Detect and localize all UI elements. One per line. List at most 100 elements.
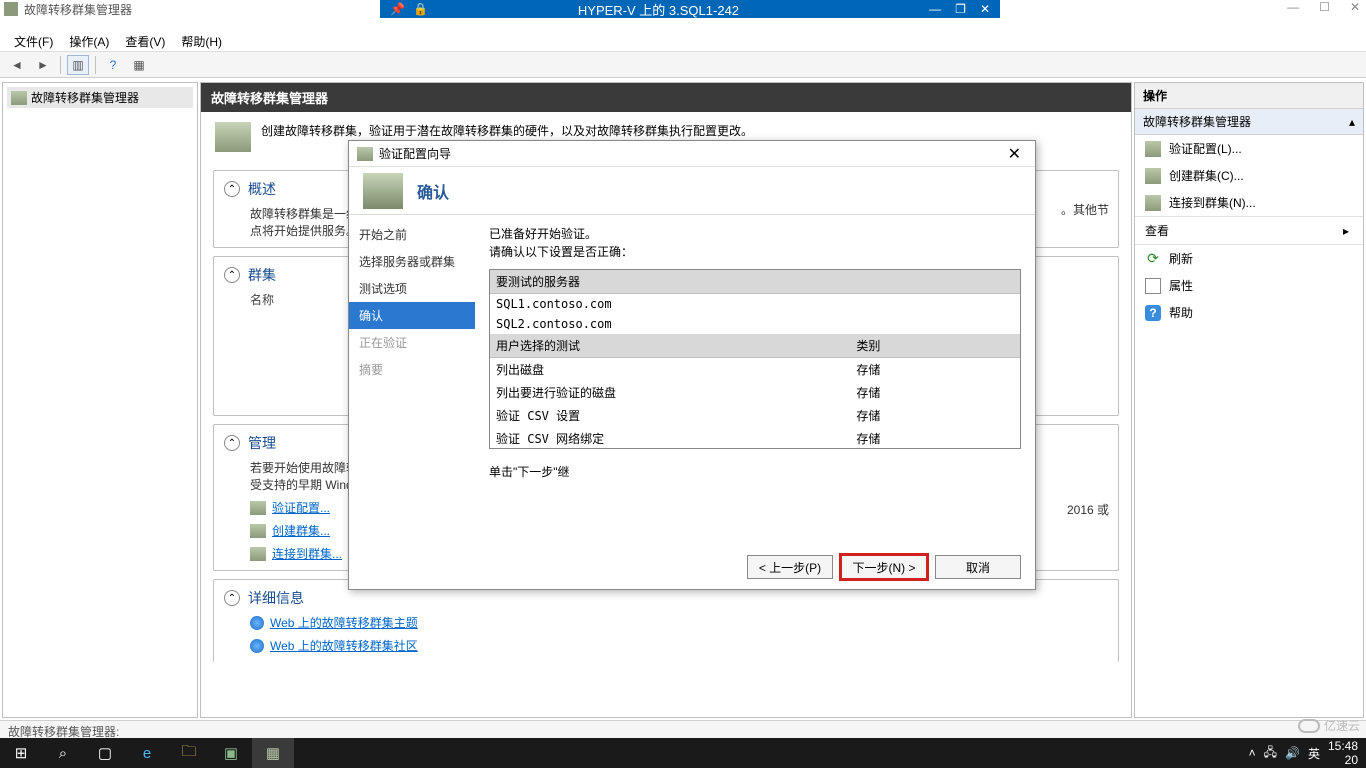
wizard-title: 验证配置向导 [379,145,451,162]
th-category: 类别 [850,334,1020,358]
actions-subheader: 故障转移群集管理器 ▴ [1135,109,1363,135]
collapse-icon[interactable]: ⌃ [224,435,240,451]
minimize-icon[interactable]: — [929,2,941,16]
tree-root-item[interactable]: 故障转移群集管理器 [7,87,193,108]
tray-up-icon[interactable]: ˄ [1249,746,1256,760]
help-icon: ? [1145,305,1161,321]
nav-confirm[interactable]: 确认 [349,302,475,329]
wizard-nav: 开始之前 选择服务器或群集 测试选项 确认 正在验证 摘要 [349,215,475,545]
cloud-icon [1298,719,1320,733]
properties-button[interactable]: ▦ [128,55,150,75]
test-row: 列出要进行验证的磁盘存储 [490,381,1020,404]
action-help[interactable]: ? 帮助 [1135,299,1363,326]
start-button[interactable]: ⊞ [0,738,42,768]
test-row: 验证 CSV 设置存储 [490,404,1020,427]
center-intro-text: 创建故障转移群集，验证用于潜在故障转移群集的硬件，以及对故障转移群集执行配置更改… [261,122,753,139]
cluster-big-icon [215,122,251,152]
menu-help[interactable]: 帮助(H) [175,31,228,52]
truncated-text: 2016 或 [1067,501,1109,518]
th-servers: 要测试的服务器 [490,270,1020,294]
nav-before[interactable]: 开始之前 [349,221,475,248]
server-row: SQL1.contoso.com [490,294,1020,315]
next-button[interactable]: 下一步(N) > [841,555,927,579]
menubar: 文件(F) 操作(A) 查看(V) 帮助(H) [0,32,1366,52]
chevron-right-icon: ▸ [1343,224,1349,238]
search-button[interactable]: ⌕ [42,738,84,768]
wizard-close-button[interactable]: ✕ [1002,144,1027,164]
help-button[interactable]: ? [102,55,124,75]
menu-action[interactable]: 操作(A) [63,31,115,52]
nav-select[interactable]: 选择服务器或群集 [349,248,475,275]
forward-button[interactable]: ► [32,55,54,75]
toolbar: ◄ ► ▥ ? ▦ [0,52,1366,78]
wizard-header-icon [363,173,403,209]
action-view[interactable]: 查看 ▸ [1135,216,1363,245]
network-icon[interactable]: 🖧 [1264,743,1277,764]
action-properties[interactable]: 属性 [1135,272,1363,299]
details-title: 详细信息 [248,588,304,608]
collapse-icon[interactable]: ⌃ [224,590,240,606]
nav-validating: 正在验证 [349,329,475,356]
globe-icon [250,616,264,630]
collapse-icon[interactable]: ⌃ [224,181,240,197]
menu-file[interactable]: 文件(F) [8,31,59,52]
outer-close[interactable]: ✕ [1350,0,1360,14]
truncated-text: 。其他节 [1061,201,1109,218]
show-hide-tree-button[interactable]: ▥ [67,55,89,75]
wizard-icon [357,147,373,161]
test-row: 列出磁盘存储 [490,358,1020,382]
refresh-icon: ⟳ [1145,251,1161,267]
wizard-table[interactable]: 要测试的服务器 SQL1.contoso.com SQL2.contoso.co… [489,269,1021,449]
ie-button[interactable]: e [126,738,168,768]
action-refresh[interactable]: ⟳ 刷新 [1135,245,1363,272]
back-button[interactable]: ◄ [6,55,28,75]
clock-time[interactable]: 15:48 [1328,739,1358,753]
nav-tests[interactable]: 测试选项 [349,275,475,302]
link-web-topics[interactable]: Web 上的故障转移群集主题 [250,614,1108,631]
action-validate[interactable]: 验证配置(L)... [1135,135,1363,162]
server-manager-button[interactable]: ▣ [210,738,252,768]
restore-icon[interactable]: ❐ [955,2,966,16]
lock-icon[interactable]: 🔒 [413,2,428,16]
wizard-hint: 单击"下一步"继 [489,463,1021,480]
link-web-community[interactable]: Web 上的故障转移群集社区 [250,637,1108,654]
details-section: ⌃ 详细信息 Web 上的故障转移群集主题 Web 上的故障转移群集社区 [213,579,1119,662]
validate-icon [250,501,266,515]
vm-connection-bar: 📌 🔒 HYPER-V 上的 3.SQL1-242 — ❐ ✕ [380,0,1000,18]
cluster-icon [11,91,27,105]
wizard-titlebar: 验证配置向导 ✕ [349,141,1035,167]
outer-maximize[interactable]: ☐ [1319,0,1330,14]
cluster-manager-taskbar-button[interactable]: ▦ [252,738,294,768]
watermark: 亿速云 [1298,717,1360,734]
center-header: 故障转移群集管理器 [201,83,1131,112]
validate-wizard-dialog: 验证配置向导 ✕ 确认 开始之前 选择服务器或群集 测试选项 确认 正在验证 摘… [348,140,1036,590]
actions-pane: 操作 故障转移群集管理器 ▴ 验证配置(L)... 创建群集(C)... 连接到… [1134,82,1364,718]
wizard-instr1: 已准备好开始验证。 [489,225,1021,243]
th-tests: 用户选择的测试 [490,334,850,358]
collapse-icon[interactable]: ⌃ [224,267,240,283]
close-icon[interactable]: ✕ [980,2,990,16]
ime-indicator[interactable]: 英 [1308,745,1320,762]
app-icon [4,2,18,16]
globe-icon [250,639,264,653]
action-connect[interactable]: 连接到群集(N)... [1135,189,1363,216]
status-bar: 故障转移群集管理器: [0,720,1366,738]
cancel-button[interactable]: 取消 [935,555,1021,579]
volume-icon[interactable]: 🔊 [1285,746,1300,760]
outer-minimize[interactable]: — [1287,0,1299,14]
connect-icon [1145,195,1161,211]
pin-icon[interactable]: 📌 [390,2,405,16]
task-view-button[interactable]: ▢ [84,738,126,768]
outer-window-controls: — ☐ ✕ [1287,0,1360,14]
explorer-button[interactable]: 🗀 [168,738,210,768]
action-create[interactable]: 创建群集(C)... [1135,162,1363,189]
menu-view[interactable]: 查看(V) [119,31,171,52]
properties-icon [1145,278,1161,294]
connect-icon [250,547,266,561]
previous-button[interactable]: < 上一步(P) [747,555,833,579]
taskbar: ⊞ ⌕ ▢ e 🗀 ▣ ▦ ˄ 🖧 🔊 英 15:48 20 [0,738,1366,768]
chevron-up-icon[interactable]: ▴ [1349,115,1355,129]
clock-date[interactable]: 20 [1328,753,1358,767]
nav-summary: 摘要 [349,356,475,383]
test-row: 验证 CSV 网络绑定存储 [490,427,1020,449]
